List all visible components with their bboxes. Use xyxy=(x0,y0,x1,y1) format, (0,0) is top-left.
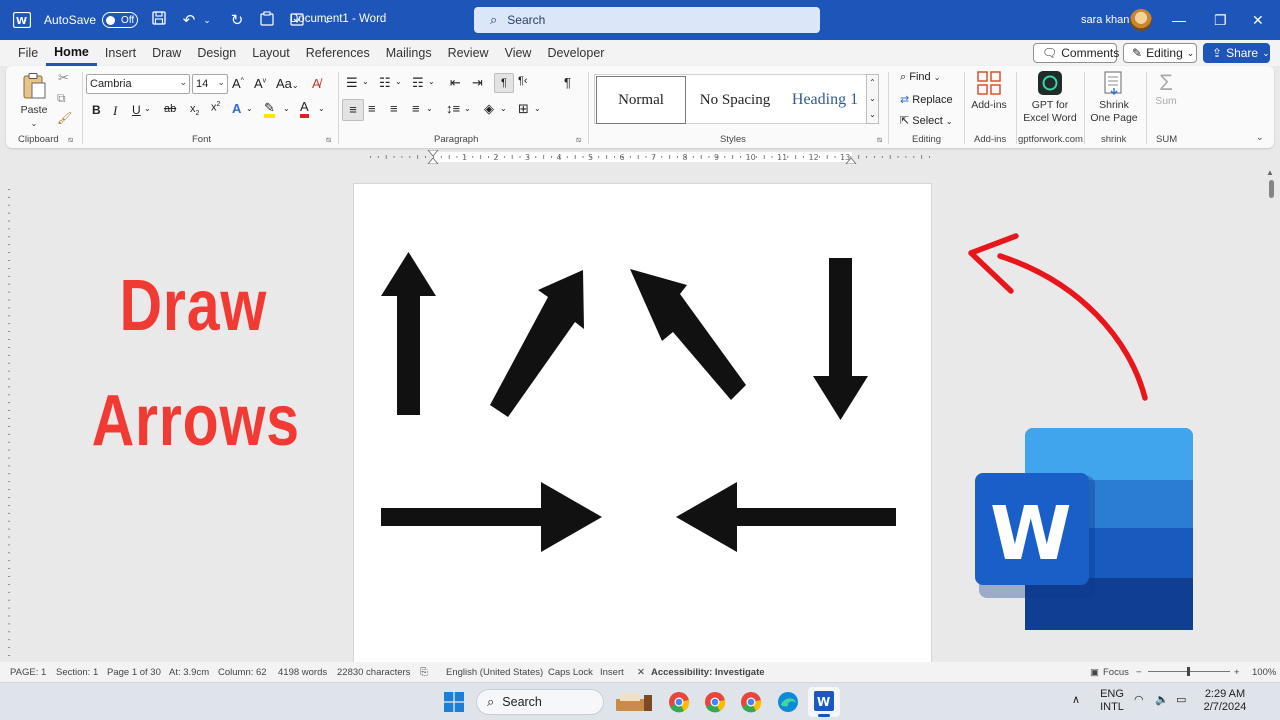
word-taskbar-button[interactable]: W xyxy=(808,687,840,717)
accessibility-icon: ✕ xyxy=(637,667,645,678)
edge-icon[interactable] xyxy=(777,691,799,713)
status-language[interactable]: English (United States) xyxy=(446,667,543,678)
status-characters[interactable]: 22830 characters xyxy=(337,667,410,678)
svg-text:W: W xyxy=(817,695,830,709)
zoom-in-icon[interactable]: + xyxy=(1234,667,1240,678)
up-arrow xyxy=(381,252,436,415)
battery-icon[interactable]: ▭ xyxy=(1176,694,1186,707)
overlay-title-draw: Draw xyxy=(119,266,268,346)
language-indicator[interactable]: ENG INTL xyxy=(1100,688,1124,714)
left-arrow xyxy=(676,482,896,552)
volume-icon[interactable]: 🔈 xyxy=(1155,694,1169,707)
active-indicator xyxy=(818,714,830,717)
overlay-title-arrows: Arrows xyxy=(91,381,300,461)
lang-code: ENG xyxy=(1100,688,1124,700)
wifi-icon[interactable]: ◠ xyxy=(1134,694,1144,707)
status-page[interactable]: PAGE: 1 xyxy=(10,667,46,678)
taskbar-search-label: Search xyxy=(502,695,542,709)
vertical-scrollbar[interactable] xyxy=(1269,180,1274,198)
down-arrow xyxy=(813,258,868,420)
up-right-arrow xyxy=(490,270,584,417)
scroll-up-icon[interactable]: ▲ xyxy=(1266,168,1274,177)
status-caps-lock[interactable]: Caps Lock xyxy=(548,667,593,678)
search-icon: ⌕ xyxy=(487,694,495,709)
status-page-of[interactable]: Page 1 of 30 xyxy=(107,667,161,678)
clock-time: 2:29 AM xyxy=(1204,688,1246,700)
zoom-out-icon[interactable]: − xyxy=(1136,667,1142,678)
proofing-icon[interactable]: ⎘ xyxy=(420,667,428,678)
curved-red-arrowhead xyxy=(968,233,1019,294)
status-focus[interactable]: Focus xyxy=(1103,667,1129,678)
taskbar-search[interactable]: ⌕ Search xyxy=(476,689,604,715)
status-at[interactable]: At: 3.9cm xyxy=(169,667,209,678)
windows-start-icon[interactable] xyxy=(444,692,464,712)
word-logo-icon: W xyxy=(975,428,1193,630)
zoom-slider-handle[interactable] xyxy=(1187,667,1190,676)
chrome-beta-icon[interactable] xyxy=(740,691,762,713)
clock-date: 2/7/2024 xyxy=(1203,701,1247,713)
curved-red-arrow xyxy=(997,253,1148,401)
status-column[interactable]: Column: 62 xyxy=(218,667,267,678)
svg-text:W: W xyxy=(990,491,1072,577)
lang-layout: INTL xyxy=(1100,701,1124,713)
chrome-icon[interactable] xyxy=(668,691,690,713)
widget-icon[interactable] xyxy=(614,689,654,715)
focus-icon: ▣ xyxy=(1090,667,1099,678)
right-arrow xyxy=(381,482,602,552)
status-section[interactable]: Section: 1 xyxy=(56,667,98,678)
word-icon: W xyxy=(814,691,834,711)
chevron-up-icon[interactable]: ∧ xyxy=(1072,694,1080,707)
status-insert[interactable]: Insert xyxy=(600,667,624,678)
status-zoom[interactable]: 100% xyxy=(1252,667,1276,678)
document-shapes: W xyxy=(381,233,1193,630)
status-words[interactable]: 4198 words xyxy=(278,667,327,678)
clock[interactable]: 2:29 AM 2/7/2024 xyxy=(1200,688,1250,714)
up-left-arrow xyxy=(630,269,746,400)
chrome-profile-icon[interactable] xyxy=(704,691,726,713)
taskbar: ⌕ Search W ∧ ENG INTL ◠ 🔈 ▭ 2:29 AM 2/7/… xyxy=(0,682,1280,720)
status-accessibility[interactable]: Accessibility: Investigate xyxy=(651,667,765,678)
status-bar: PAGE: 1 Section: 1 Page 1 of 30 At: 3.9c… xyxy=(0,662,1280,682)
